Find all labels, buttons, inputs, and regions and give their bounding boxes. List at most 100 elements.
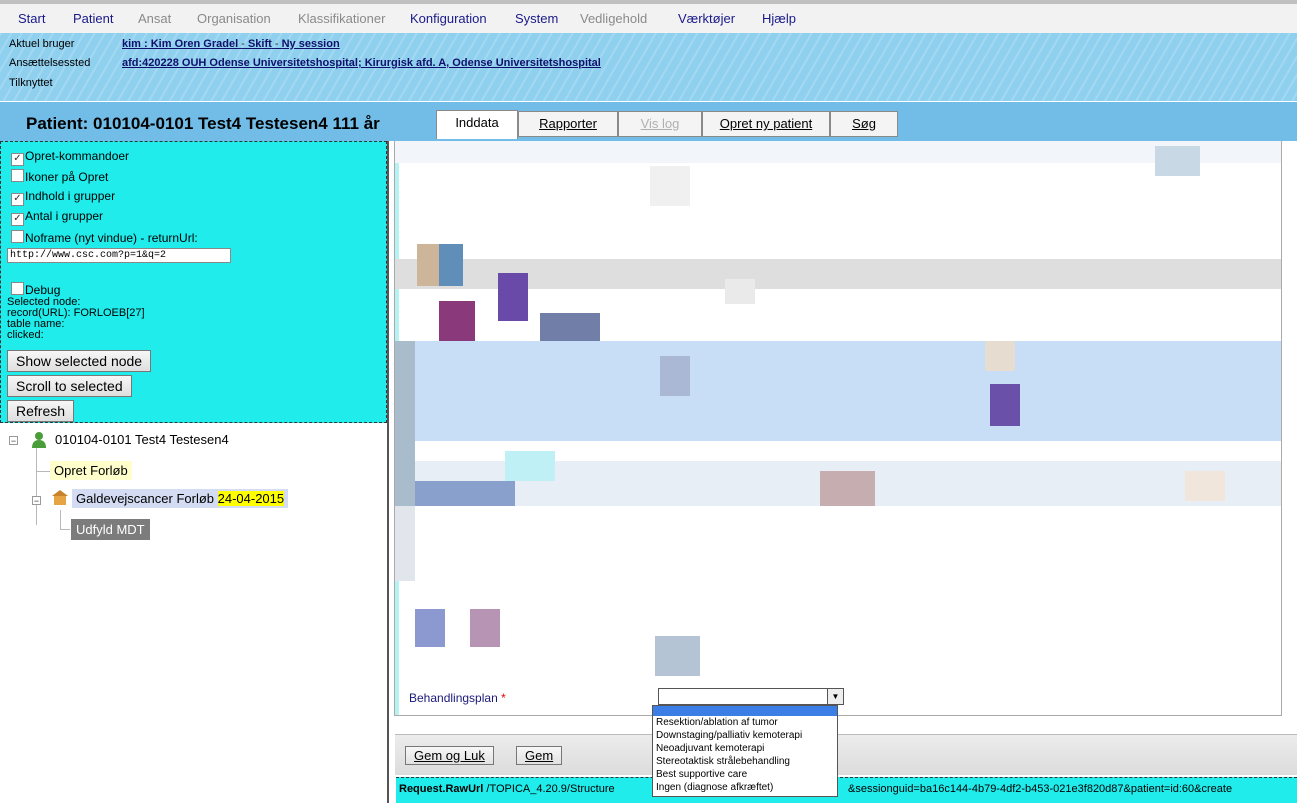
main-content: Behandlingsplan * ▼ Resektion/ablation a… <box>389 141 1297 803</box>
employment-label: Ansættelsessted <box>9 57 91 69</box>
patient-title: Patient: 010104-0101 Test4 Testesen4 111… <box>26 114 380 133</box>
current-user-link[interactable]: kim : Kim Oren Gradel <box>122 38 238 50</box>
behandlingsplan-select[interactable]: ▼ <box>658 688 844 705</box>
menu-start[interactable]: Start <box>18 11 45 26</box>
forloeb-date: 24-04-2015 <box>217 491 285 506</box>
menu-hjaelp[interactable]: Hjælp <box>762 11 796 26</box>
tree-patient-node[interactable]: 010104-0101 Test4 Testesen4 <box>55 432 229 447</box>
current-user-value: kim : Kim Oren Gradel - Skift - Ny sessi… <box>122 38 340 50</box>
blur-area <box>395 141 1281 163</box>
patient-tree: − 010104-0101 Test4 Testesen4 Opret Forl… <box>0 423 387 803</box>
patient-bar: Patient: 010104-0101 Test4 Testesen4 111… <box>0 101 1297 142</box>
request-url-tail: &sessionguid=ba16c144-4b79-4df2-b453-021… <box>848 783 1233 795</box>
menu-konfiguration[interactable]: Konfiguration <box>410 11 487 26</box>
request-url-bar: Request.RawUrl /TOPICA_4.20.9/Structure &… <box>396 777 1297 803</box>
checkbox-debug[interactable]: Debug <box>11 282 60 297</box>
blur-area <box>820 471 875 506</box>
checkbox-empty-icon[interactable] <box>11 230 24 243</box>
check-icon[interactable]: ✓ <box>11 213 24 226</box>
show-selected-node-button[interactable]: Show selected node <box>7 350 152 372</box>
tab-opret-ny-patient[interactable]: Opret ny patient <box>702 111 830 137</box>
tab-vis-log: Vis log <box>618 111 702 137</box>
new-session-link[interactable]: Ny session <box>282 38 340 50</box>
session-info-band: Aktuel bruger kim : Kim Oren Gradel - Sk… <box>0 33 1297 101</box>
dropdown-option[interactable]: Resektion/ablation af tumor <box>653 716 837 729</box>
tree-line <box>60 529 70 530</box>
form-panel: Behandlingsplan * ▼ <box>394 141 1282 716</box>
dropdown-option-empty[interactable] <box>653 706 837 716</box>
dropdown-option[interactable]: Ingen (diagnose afkræftet) <box>653 781 837 794</box>
behandlingsplan-label: Behandlingsplan * <box>409 691 506 705</box>
required-marker: * <box>501 691 506 705</box>
collapse-icon[interactable]: − <box>9 436 18 446</box>
checkbox-empty-icon[interactable] <box>11 282 24 295</box>
chevron-down-icon[interactable]: ▼ <box>827 689 843 704</box>
options-panel: ✓ Opret-kommandoer Ikoner på Opret ✓ Indho… <box>0 141 387 423</box>
dropdown-option[interactable]: Stereotaktisk strålebehandling <box>653 755 837 768</box>
checkbox-antal[interactable]: ✓ Antal i grupper <box>11 209 103 226</box>
check-icon[interactable]: ✓ <box>11 153 24 166</box>
blur-area <box>498 273 528 321</box>
blur-area <box>439 301 475 341</box>
employment-link[interactable]: afd:420228 OUH Odense Universitetshospit… <box>122 57 601 69</box>
blur-area <box>725 279 755 304</box>
person-icon <box>32 432 46 448</box>
blur-area <box>505 451 555 481</box>
return-url-input[interactable]: http://www.csc.com?p=1&q=2 <box>7 248 231 263</box>
tab-inddata[interactable]: Inddata <box>436 110 518 139</box>
blur-area <box>540 313 600 341</box>
checkbox-noframe[interactable]: Noframe (nyt vindue) - returnUrl: <box>11 230 198 245</box>
menu-bar: Start Patient Ansat Organisation Klassif… <box>0 0 1297 33</box>
menu-klassifikationer: Klassifikationer <box>298 11 386 26</box>
menu-patient[interactable]: Patient <box>73 11 113 26</box>
blur-area <box>650 166 690 206</box>
tree-line <box>36 471 50 472</box>
folder-icon <box>52 490 68 505</box>
save-close-button[interactable]: Gem og Luk <box>405 746 494 765</box>
request-url-value: /TOPICA_4.20.9/Structure <box>483 783 615 795</box>
blur-area <box>1155 146 1200 176</box>
behandlingsplan-dropdown: Resektion/ablation af tumor Downstaging/… <box>652 705 838 797</box>
blur-area <box>1185 471 1225 501</box>
blur-area <box>415 609 445 647</box>
refresh-button[interactable]: Refresh <box>7 400 75 422</box>
request-url-label: Request.RawUrl <box>399 783 484 795</box>
blur-area <box>990 384 1020 426</box>
check-icon[interactable]: ✓ <box>11 193 24 206</box>
dropdown-option[interactable]: Neoadjuvant kemoterapi <box>653 742 837 755</box>
menu-organisation: Organisation <box>197 11 271 26</box>
collapse-icon[interactable]: − <box>32 496 41 506</box>
menu-ansat: Ansat <box>138 11 172 26</box>
save-button[interactable]: Gem <box>516 746 563 765</box>
checkbox-indhold[interactable]: ✓ Indhold i grupper <box>11 189 115 206</box>
tree-opret-forloeb[interactable]: Opret Forløb <box>50 461 132 480</box>
tree-udfyld-mdt[interactable]: Udfyld MDT <box>71 519 150 540</box>
blur-area <box>660 356 690 396</box>
tree-line <box>36 445 37 525</box>
checkbox-ikoner[interactable]: Ikoner på Opret <box>11 169 108 184</box>
blur-area <box>417 244 439 286</box>
checkbox-opret-kommandoer[interactable]: ✓ Opret-kommandoer <box>11 149 129 166</box>
scroll-to-selected-button[interactable]: Scroll to selected <box>7 375 132 397</box>
blur-area <box>395 341 1281 441</box>
blur-area <box>395 506 415 581</box>
menu-vedligehold: Vedligehold <box>580 11 648 26</box>
blur-area <box>470 609 500 647</box>
tab-soeg[interactable]: Søg <box>830 111 898 137</box>
attached-label: Tilknyttet <box>9 77 53 89</box>
switch-user-link[interactable]: Skift <box>248 38 272 50</box>
action-bar: Gem og Luk Gem <box>395 734 1297 775</box>
dropdown-option[interactable]: Downstaging/palliativ kemoterapi <box>653 729 837 742</box>
tree-line <box>60 510 61 530</box>
blur-area <box>395 259 1281 289</box>
dropdown-option[interactable]: Best supportive care <box>653 768 837 781</box>
menu-vaerktoejer[interactable]: Værktøjer <box>678 11 735 26</box>
tree-forloeb-node[interactable]: Galdevejscancer Forløb 24-04-2015 <box>72 489 289 508</box>
blur-area <box>655 636 700 676</box>
menu-system[interactable]: System <box>515 11 558 26</box>
blur-area <box>439 244 463 286</box>
current-user-label: Aktuel bruger <box>9 38 75 50</box>
tab-rapporter[interactable]: Rapporter <box>518 111 618 137</box>
blur-area <box>985 341 1015 371</box>
checkbox-empty-icon[interactable] <box>11 169 24 182</box>
